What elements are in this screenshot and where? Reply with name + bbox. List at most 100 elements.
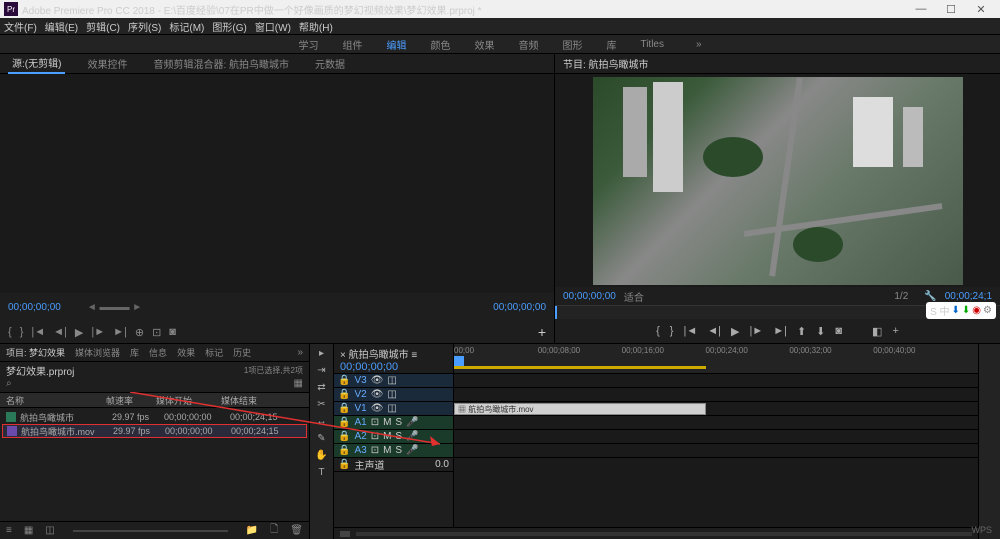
step-fwd-button[interactable]: |►	[91, 326, 105, 338]
step-back-button[interactable]: ◄|	[707, 325, 721, 337]
search-icon[interactable]: ⌕	[6, 378, 12, 389]
project-tab[interactable]: 历史	[233, 346, 251, 359]
zoom-slider[interactable]	[73, 530, 228, 532]
sequence-name[interactable]: × 航拍鸟瞰城市 ≡	[340, 346, 447, 361]
clear-icon[interactable]: 🗑	[290, 525, 303, 536]
selection-tool[interactable]: ▸	[319, 348, 324, 359]
overwrite-button[interactable]: ⊡	[152, 326, 161, 339]
mark-in-button[interactable]: {	[656, 325, 660, 337]
workspace-tab[interactable]: 图形	[562, 37, 582, 52]
razor-tool[interactable]: ✂	[317, 399, 325, 410]
play-button[interactable]: ▶	[75, 326, 83, 339]
source-tab[interactable]: 元数据	[311, 54, 349, 73]
project-tab[interactable]: 效果	[177, 346, 195, 359]
video-track-lane[interactable]	[454, 388, 978, 402]
project-tab[interactable]: 媒体浏览器	[75, 346, 120, 359]
wrench-icon[interactable]: 🔧	[924, 291, 936, 302]
mark-in-button[interactable]: {	[8, 326, 12, 338]
icon-view-icon[interactable]: ▦	[24, 525, 33, 536]
audio-track-lane[interactable]	[454, 430, 978, 444]
export-frame-button[interactable]: ◙	[835, 325, 842, 337]
project-tab[interactable]: 标记	[205, 346, 223, 359]
project-tab[interactable]: 项目: 梦幻效果	[6, 346, 65, 359]
next-edit-button[interactable]: ►|	[773, 325, 787, 337]
source-tab[interactable]: 源:(无剪辑)	[8, 53, 65, 74]
workspace-tab[interactable]: Titles	[640, 39, 664, 50]
fit-dropdown[interactable]: 适合	[624, 289, 644, 304]
workspace-overflow[interactable]: »	[696, 39, 702, 50]
bin-icon[interactable]: ▦	[294, 378, 303, 389]
workspace-tab[interactable]: 音频	[518, 37, 538, 52]
video-track-lane[interactable]	[454, 374, 978, 388]
prev-button[interactable]: |◄	[31, 326, 45, 338]
project-row[interactable]: 航拍鸟瞰城市29.97 fps00;00;00;0000;00;24;15	[2, 410, 307, 424]
list-view-icon[interactable]: ≡	[6, 525, 12, 536]
next-button[interactable]: ►|	[113, 326, 127, 338]
new-item-icon[interactable]: 🗋	[270, 522, 278, 539]
mark-out-button[interactable]: }	[670, 325, 674, 337]
project-row[interactable]: 航拍鸟瞰城市.mov29.97 fps00;00;00;0000;00;24;1…	[2, 424, 307, 438]
minimize-button[interactable]: —	[906, 3, 936, 15]
type-tool[interactable]: T	[318, 467, 324, 478]
video-clip[interactable]: ▦ 航拍鸟瞰城市.mov	[454, 403, 706, 415]
timeline-playhead[interactable]	[454, 356, 464, 366]
audio-track-header[interactable]: 🔒A2⊡MS🎤	[334, 430, 453, 444]
maximize-button[interactable]: ☐	[936, 3, 966, 16]
video-track-header[interactable]: 🔒V2👁◫	[334, 388, 453, 402]
workspace-tab[interactable]: 编辑	[386, 37, 406, 52]
timeline-tc[interactable]: 00;00;00;00	[340, 361, 447, 373]
menu-item[interactable]: 编辑(E)	[45, 19, 78, 34]
workspace-tab[interactable]: 效果	[474, 37, 494, 52]
audio-track-header[interactable]: 🔒A1⊡MS🎤	[334, 416, 453, 430]
pen-tool[interactable]: ✎	[317, 433, 325, 444]
step-back-button[interactable]: ◄|	[53, 326, 67, 338]
comparison-button[interactable]: ◧	[872, 325, 882, 338]
menu-item[interactable]: 序列(S)	[128, 19, 161, 34]
lift-button[interactable]: ⬆	[797, 325, 806, 338]
freeform-view-icon[interactable]: ◫	[45, 525, 54, 536]
audio-track-lane[interactable]	[454, 416, 978, 430]
add-button[interactable]: +	[538, 324, 546, 340]
program-playhead[interactable]	[555, 306, 557, 319]
audio-track-lane[interactable]	[454, 444, 978, 458]
master-track-header[interactable]: 🔒主声道0.0	[334, 458, 453, 472]
step-fwd-button[interactable]: |►	[749, 325, 763, 337]
menu-item[interactable]: 帮助(H)	[299, 19, 333, 34]
video-track-lane[interactable]: ▦ 航拍鸟瞰城市.mov	[454, 402, 978, 416]
menu-item[interactable]: 文件(F)	[4, 19, 37, 34]
program-tc-left[interactable]: 00;00;00;00	[563, 291, 616, 302]
workspace-tab[interactable]: 学习	[298, 37, 318, 52]
video-track-header[interactable]: 🔒V3👁◫	[334, 374, 453, 388]
mark-out-button[interactable]: }	[20, 326, 24, 338]
zoom-out-icon[interactable]	[340, 531, 350, 537]
work-area-bar[interactable]	[454, 366, 706, 369]
program-tab[interactable]: 节目: 航拍鸟瞰城市	[563, 56, 649, 71]
plus-button[interactable]: +	[892, 325, 898, 337]
menu-item[interactable]: 剪辑(C)	[86, 19, 120, 34]
source-tab[interactable]: 效果控件	[83, 54, 131, 73]
hand-tool[interactable]: ✋	[315, 450, 327, 461]
source-tab[interactable]: 音频剪辑混合器: 航拍鸟瞰城市	[149, 54, 293, 73]
insert-button[interactable]: ⊕	[135, 326, 144, 339]
menu-item[interactable]: 图形(G)	[212, 19, 246, 34]
track-select-tool[interactable]: ⇥	[317, 365, 325, 376]
new-bin-icon[interactable]: 📁	[246, 525, 258, 536]
close-button[interactable]: ✕	[966, 3, 996, 16]
video-track-header[interactable]: 🔒V1👁◫	[334, 402, 453, 416]
workspace-tab[interactable]: 颜色	[430, 37, 450, 52]
extract-button[interactable]: ⬇	[816, 325, 825, 338]
ime-indicator[interactable]: S 中 ⬇⬇◉⚙	[926, 302, 996, 319]
menu-item[interactable]: 窗口(W)	[255, 19, 291, 34]
workspace-tab[interactable]: 组件	[342, 37, 362, 52]
project-tab[interactable]: 库	[130, 346, 139, 359]
timeline-zoom-slider[interactable]	[356, 532, 972, 536]
export-frame-button[interactable]: ◙	[169, 326, 176, 338]
play-button[interactable]: ▶	[731, 325, 739, 338]
track-lanes[interactable]: ▦ 航拍鸟瞰城市.mov	[454, 374, 978, 527]
source-tc-left[interactable]: 00;00;00;00	[8, 302, 61, 313]
project-tab[interactable]: 信息	[149, 346, 167, 359]
menu-item[interactable]: 标记(M)	[169, 19, 204, 34]
ripple-tool[interactable]: ⇄	[317, 382, 325, 393]
timeline-ruler[interactable]: 00;0000;00;08;0000;00;16;0000;00;24;0000…	[454, 344, 978, 373]
audio-track-header[interactable]: 🔒A3⊡MS🎤	[334, 444, 453, 458]
